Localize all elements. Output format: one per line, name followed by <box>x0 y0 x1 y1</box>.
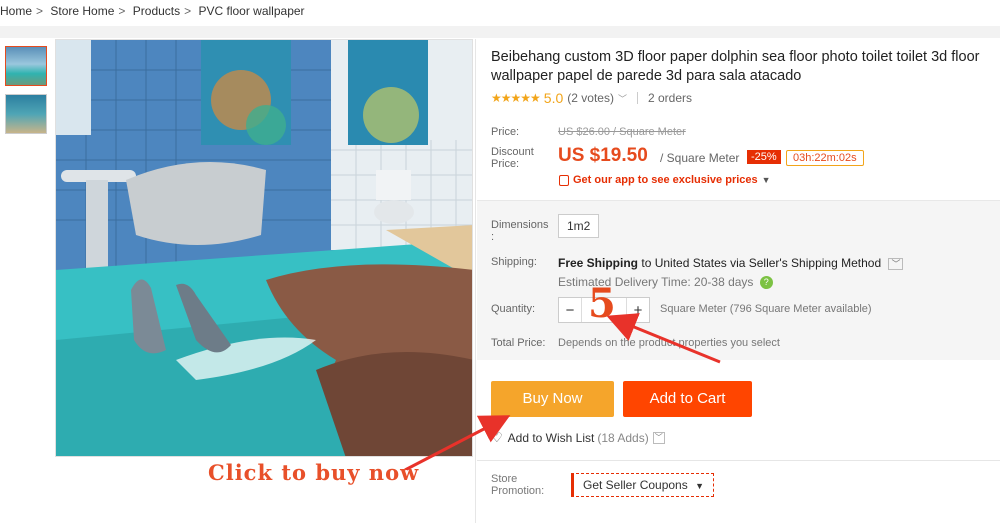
product-image[interactable] <box>55 39 473 457</box>
caret-down-icon: ▼ <box>761 175 771 185</box>
thumbnail-list <box>5 46 49 142</box>
options-separator <box>477 200 1000 201</box>
chevron-down-icon[interactable]: ﹀ <box>652 432 665 444</box>
rating-divider <box>636 92 638 104</box>
heart-icon: ♡ <box>491 430 503 445</box>
add-to-cart-button[interactable]: Add to Cart <box>623 381 752 417</box>
rating-score[interactable]: 5.0 <box>544 90 563 106</box>
promotion-separator <box>477 460 1000 461</box>
help-icon[interactable]: ? <box>759 276 773 290</box>
chevron-down-icon[interactable]: ﹀ <box>888 258 904 270</box>
discount-badge: -25% <box>747 150 781 164</box>
shipping-destination: to United States via Seller's Shipping M… <box>641 256 882 270</box>
wish-list-count: (18 Adds) <box>597 431 649 445</box>
breadcrumb-home[interactable]: Home <box>0 4 32 18</box>
phone-icon <box>559 174 569 186</box>
orders-count: 2 orders <box>647 91 692 105</box>
delivery-estimate-value: 20-38 days <box>694 275 754 289</box>
buy-now-button[interactable]: Buy Now <box>491 381 614 417</box>
thumbnail-2[interactable] <box>5 94 47 134</box>
seller-coupons-label: Get Seller Coupons <box>583 478 688 492</box>
quantity-increase-button[interactable]: + <box>627 302 649 319</box>
wish-list-link[interactable]: ♡ Add to Wish List (18 Adds) ﹀ <box>491 430 665 446</box>
click-to-buy-annotation: Click to buy now <box>208 460 420 485</box>
quantity-available: Square Meter (796 Square Meter available… <box>660 303 872 315</box>
chevron-down-icon[interactable]: ﹀ <box>618 92 627 105</box>
thumbnail-1[interactable] <box>5 46 47 86</box>
wish-list-label: Add to Wish List <box>507 431 595 445</box>
breadcrumb-current[interactable]: PVC floor wallpaper <box>198 4 304 18</box>
discount-price: US $19.50 <box>558 145 648 166</box>
countdown-timer: 03h:22m:02s <box>786 150 864 166</box>
product-image-art <box>56 40 472 456</box>
shipping-method[interactable]: Free Shipping to United States via Selle… <box>558 256 904 270</box>
breadcrumb: Home > Store Home > Products > PVC floor wa… <box>0 4 305 18</box>
dimension-option-1m2[interactable]: 1m2 <box>558 214 600 238</box>
total-price-label: Total Price: <box>491 337 546 349</box>
caret-down-icon: ▼ <box>695 481 704 491</box>
delivery-estimate-label: Estimated Delivery Time: <box>558 275 691 289</box>
shipping-label: Shipping: <box>491 256 537 268</box>
dimensions-label: Dimensions : <box>491 219 549 243</box>
quantity-decrease-button[interactable]: − <box>559 302 581 319</box>
seller-coupons-dropdown[interactable]: Get Seller Coupons ▼ <box>571 473 714 497</box>
quantity-annotation: 5 <box>588 280 616 327</box>
breadcrumb-products[interactable]: Products <box>133 4 180 18</box>
rating-votes[interactable]: (2 votes) <box>567 91 614 105</box>
product-title: Beibehang custom 3D floor paper dolphin … <box>491 49 980 84</box>
price-label: Price: <box>491 126 520 138</box>
free-shipping-text: Free Shipping <box>558 256 639 270</box>
quantity-label: Quantity: <box>491 303 536 315</box>
rating-row: ★★★★★ 5.0 (2 votes) ﹀ 2 orders <box>491 90 692 106</box>
breadcrumb-store-home[interactable]: Store Home <box>50 4 114 18</box>
original-price: US $26.00 / Square Meter <box>558 126 686 138</box>
store-promotion-label: Store Promotion: <box>491 473 545 497</box>
total-price-text: Depends on the product properties you se… <box>558 337 780 349</box>
rating-stars-icon: ★★★★★ <box>491 91 541 105</box>
app-price-text: Get our app to see exclusive prices <box>573 174 758 186</box>
price-unit: / Square Meter <box>660 151 740 165</box>
top-band <box>0 26 1000 38</box>
discount-price-label: Discount Price: <box>491 146 534 170</box>
column-divider <box>475 39 476 523</box>
app-price-link[interactable]: Get our app to see exclusive prices ▼ <box>559 174 771 186</box>
